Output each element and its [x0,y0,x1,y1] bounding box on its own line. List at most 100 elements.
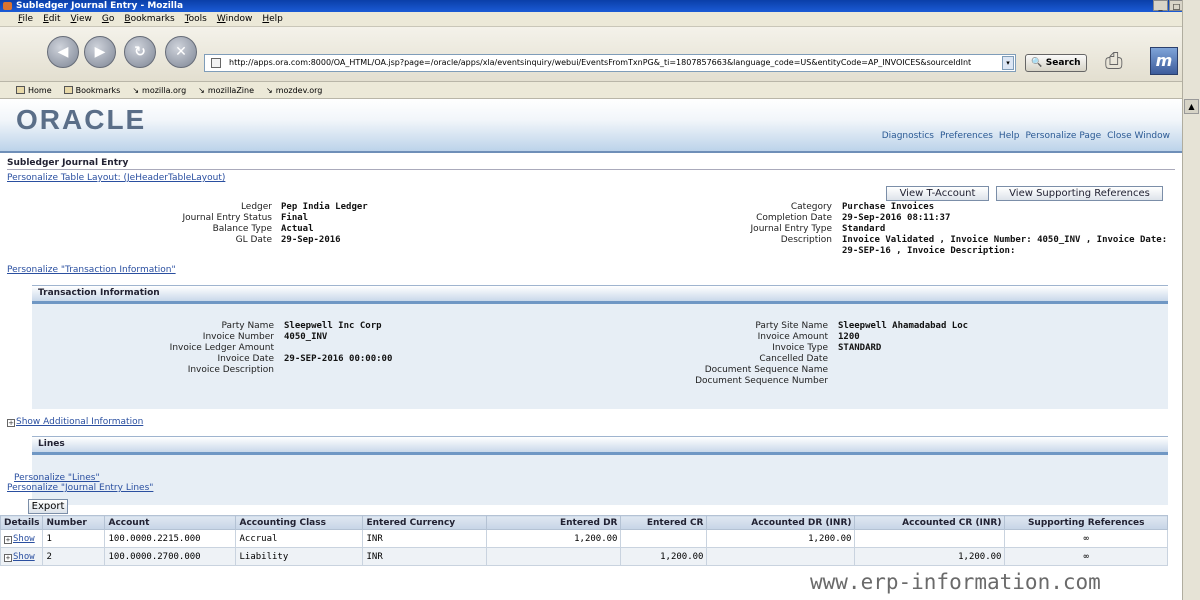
party-name-value: Sleepwell Inc Corp [284,321,382,331]
bookmark-home[interactable]: Home [16,86,52,95]
mozilla-app-icon [3,2,12,10]
row-entered-cr: 1,200.00 [620,547,708,566]
party-site-name-label: Party Site Name [755,321,828,331]
lines-panel [32,455,1168,505]
row-entered-dr: 1,200.00 [486,529,622,548]
col-details[interactable]: Details [0,515,44,530]
bookmark-mozilla-org[interactable]: ↘ mozilla.org [132,86,186,95]
link-preferences[interactable]: Preferences [940,131,993,141]
bookmark-mozdev-org[interactable]: ↘ mozdev.org [266,86,322,95]
search-button-label: Search [1045,58,1081,68]
menu-bookmarks[interactable]: Bookmarks [124,14,174,24]
doc-sequence-name-label: Document Sequence Name [704,365,828,375]
personalize-transaction-info-link[interactable]: Personalize "Transaction Information" [7,265,176,275]
supporting-references-icon[interactable]: ∞ [1004,529,1168,548]
minimize-button[interactable]: _ [1153,0,1168,11]
menu-edit[interactable]: Edit [43,14,60,24]
menu-view[interactable]: View [71,14,92,24]
expand-plus-icon: + [7,419,15,427]
link-close-window[interactable]: Close Window [1107,131,1170,141]
table-header-row: Details Number Account Accounting Class … [0,515,1168,530]
search-button[interactable]: 🔍 Search [1025,54,1087,72]
row-accounting-class: Accrual [235,529,364,548]
mozilla-throbber-icon: m [1150,47,1178,75]
col-account[interactable]: Account [104,515,237,530]
row-accounted-cr [854,529,1006,548]
je-type-label: Journal Entry Type [750,224,832,234]
url-dropdown-icon[interactable]: ▾ [1002,56,1014,70]
lines-header: Lines [32,436,1168,452]
menu-file[interactable]: File [18,14,33,24]
page-title: Subledger Journal Entry [7,158,129,168]
ledger-value: Pep India Ledger [281,202,368,212]
row-show-link[interactable]: Show [13,552,35,562]
navigation-toolbar: ◀ ▶ ↻ ✕ http://apps.ora.com:8000/OA_HTML… [0,27,1182,82]
link-personalize-page[interactable]: Personalize Page [1025,131,1101,141]
title-divider [7,169,1175,170]
reload-icon[interactable]: ↻ [124,36,156,68]
row-number: 2 [42,547,106,566]
description-label: Description [780,235,832,245]
link-diagnostics[interactable]: Diagnostics [882,131,934,141]
col-entered-currency[interactable]: Entered Currency [362,515,488,530]
je-status-label: Journal Entry Status [182,213,272,223]
gl-date-value: 29-Sep-2016 [281,235,341,245]
journal-lines-table: Details Number Account Accounting Class … [0,515,1168,566]
bookmark-mozillazine[interactable]: ↘ mozillaZine [198,86,254,95]
row-account: 100.0000.2215.000 [104,529,237,548]
menu-help[interactable]: Help [262,14,283,24]
oracle-logo: ORACLE [16,104,147,135]
invoice-number-label: Invoice Number [202,332,274,342]
link-help[interactable]: Help [999,131,1020,141]
col-accounted-dr[interactable]: Accounted DR (INR) [706,515,856,530]
bookmark-bookmarks[interactable]: Bookmarks [63,86,120,95]
print-icon[interactable]: ⎙ [1105,49,1137,75]
completion-date-value: 29-Sep-2016 08:11:37 [842,213,951,223]
view-t-account-button[interactable]: View T-Account [886,186,989,201]
col-entered-dr[interactable]: Entered DR [486,515,622,530]
show-additional-info-link[interactable]: Show Additional Information [16,417,143,427]
show-additional-info-toggle[interactable]: + Show Additional Information [7,417,143,427]
description-value: Invoice Validated , Invoice Number: 4050… [842,235,1168,245]
back-arrow-icon[interactable]: ◀ [47,36,79,68]
link-icon: ↘ [198,85,205,95]
personalize-lines-link[interactable]: Personalize "Lines" [14,473,100,483]
row-details-cell[interactable]: + Show [0,547,44,566]
invoice-date-value: 29-SEP-2016 00:00:00 [284,354,393,364]
stop-icon[interactable]: ✕ [165,36,197,68]
col-accounted-cr[interactable]: Accounted CR (INR) [854,515,1006,530]
export-button[interactable]: Export [28,499,68,514]
balance-type-value: Actual [281,224,314,234]
row-accounted-cr: 1,200.00 [854,547,1006,566]
col-supporting-references[interactable]: Supporting References [1004,515,1168,530]
link-icon: ↘ [266,85,273,95]
row-entered-currency: INR [362,529,488,548]
forward-arrow-icon[interactable]: ▶ [84,36,116,68]
personalize-journal-lines-link[interactable]: Personalize "Journal Entry Lines" [7,483,153,493]
url-text: http://apps.ora.com:8000/OA_HTML/OA.jsp?… [229,58,972,67]
invoice-type-label: Invoice Type [772,343,828,353]
row-entered-cr [620,529,708,548]
home-icon [16,86,25,94]
menu-go[interactable]: Go [102,14,115,24]
row-account: 100.0000.2700.000 [104,547,237,566]
col-accounting-class[interactable]: Accounting Class [235,515,364,530]
supporting-references-icon[interactable]: ∞ [1004,547,1168,566]
invoice-amount-value: 1200 [838,332,860,342]
menu-tools[interactable]: Tools [185,14,207,24]
url-input[interactable]: http://apps.ora.com:8000/OA_HTML/OA.jsp?… [204,54,1016,72]
global-links: Diagnostics Preferences Help Personalize… [882,131,1170,141]
scroll-up-icon[interactable]: ▲ [1184,99,1199,114]
table-row: + Show 1 100.0000.2215.000 Accrual INR 1,… [0,529,1168,548]
menu-window[interactable]: Window [217,14,253,24]
vertical-scrollbar[interactable]: ▲ [1182,0,1200,600]
col-entered-cr[interactable]: Entered CR [620,515,708,530]
site-watermark: www.erp-information.com [800,570,1111,594]
row-show-link[interactable]: Show [13,534,35,544]
personalize-table-layout-link[interactable]: Personalize Table Layout: (JeHeaderTable… [7,173,225,183]
search-icon: 🔍 [1031,58,1043,68]
row-details-cell[interactable]: + Show [0,529,44,548]
gl-date-label: GL Date [235,235,272,245]
col-number[interactable]: Number [42,515,106,530]
view-supporting-references-button[interactable]: View Supporting References [996,186,1163,201]
